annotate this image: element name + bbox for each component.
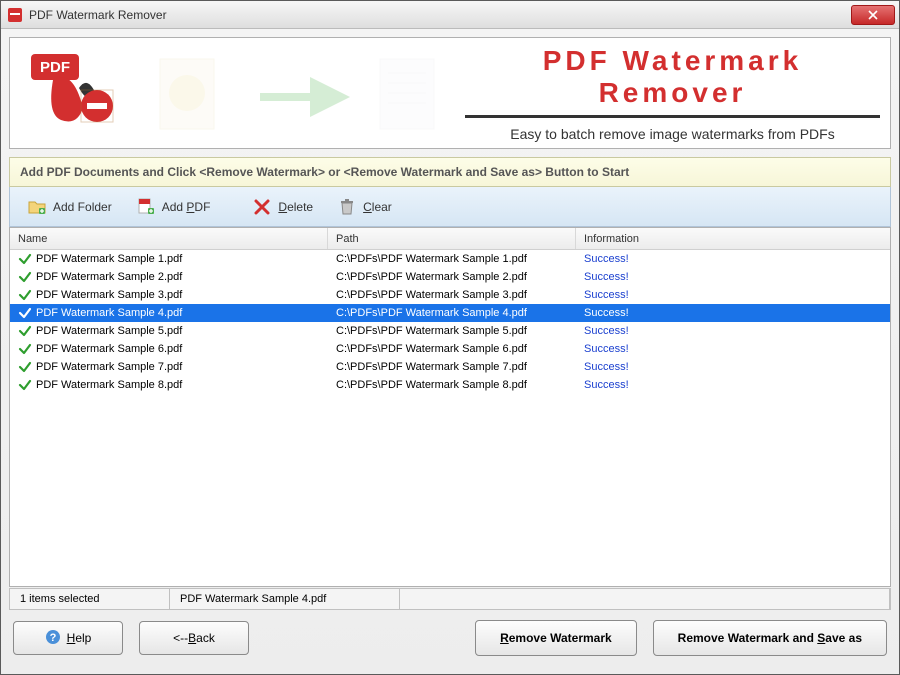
- row-info: Success!: [576, 361, 890, 373]
- row-name: PDF Watermark Sample 6.pdf: [36, 343, 182, 355]
- checkmark-icon: [18, 342, 32, 356]
- status-bar: 1 items selected PDF Watermark Sample 4.…: [9, 588, 891, 610]
- remove-watermark-label: Remove Watermark: [500, 631, 612, 645]
- table-row[interactable]: PDF Watermark Sample 8.pdf C:\PDFs\PDF Wa…: [10, 376, 890, 394]
- banner-graphic: [145, 38, 465, 148]
- row-path: C:\PDFs\PDF Watermark Sample 5.pdf: [328, 325, 576, 337]
- delete-button[interactable]: Delete: [241, 192, 324, 222]
- trash-icon: [337, 197, 357, 217]
- window-title: PDF Watermark Remover: [29, 8, 851, 22]
- content-area: PDF: [1, 29, 899, 674]
- delete-x-icon: [252, 197, 272, 217]
- app-icon: [7, 7, 23, 23]
- row-path: C:\PDFs\PDF Watermark Sample 4.pdf: [328, 307, 576, 319]
- table-row[interactable]: PDF Watermark Sample 2.pdf C:\PDFs\PDF Wa…: [10, 268, 890, 286]
- window-frame: PDF Watermark Remover PDF: [0, 0, 900, 675]
- row-path: C:\PDFs\PDF Watermark Sample 2.pdf: [328, 271, 576, 283]
- help-button[interactable]: ? Help: [13, 621, 123, 655]
- banner-text: PDF Watermark Remover Easy to batch remo…: [465, 38, 890, 148]
- back-label: <--Back: [173, 631, 215, 645]
- row-info: Success!: [576, 271, 890, 283]
- help-label: Help: [67, 631, 92, 645]
- toolbar: Add Folder Add PDF Delete Clear: [9, 187, 891, 227]
- row-info: Success!: [576, 289, 890, 301]
- row-info: Success!: [576, 379, 890, 391]
- folder-plus-icon: [27, 197, 47, 217]
- row-path: C:\PDFs\PDF Watermark Sample 6.pdf: [328, 343, 576, 355]
- add-pdf-button[interactable]: Add PDF: [125, 192, 222, 222]
- checkmark-icon: [18, 288, 32, 302]
- remove-save-button[interactable]: Remove Watermark and Save as: [653, 620, 887, 656]
- banner-title: PDF Watermark Remover: [465, 45, 880, 109]
- close-button[interactable]: [851, 5, 895, 25]
- row-name: PDF Watermark Sample 3.pdf: [36, 289, 182, 301]
- list-header: Name Path Information: [10, 228, 890, 250]
- add-folder-label: Add Folder: [53, 200, 112, 214]
- column-name[interactable]: Name: [10, 228, 328, 249]
- banner-subtitle: Easy to batch remove image watermarks fr…: [465, 126, 880, 142]
- checkmark-icon: [18, 378, 32, 392]
- instruction-bar: Add PDF Documents and Click <Remove Wate…: [9, 157, 891, 187]
- back-button[interactable]: <--Back: [139, 621, 249, 655]
- status-file: PDF Watermark Sample 4.pdf: [170, 589, 400, 609]
- row-name: PDF Watermark Sample 2.pdf: [36, 271, 182, 283]
- row-name: PDF Watermark Sample 7.pdf: [36, 361, 182, 373]
- row-info: Success!: [576, 253, 890, 265]
- svg-text:?: ?: [49, 632, 56, 644]
- row-name: PDF Watermark Sample 4.pdf: [36, 307, 182, 319]
- table-row[interactable]: PDF Watermark Sample 7.pdf C:\PDFs\PDF Wa…: [10, 358, 890, 376]
- row-info: Success!: [576, 307, 890, 319]
- file-list: Name Path Information PDF Watermark Samp…: [9, 227, 891, 587]
- row-path: C:\PDFs\PDF Watermark Sample 8.pdf: [328, 379, 576, 391]
- banner: PDF: [9, 37, 891, 149]
- column-info[interactable]: Information: [576, 228, 890, 249]
- add-pdf-label: Add PDF: [162, 200, 211, 214]
- remove-watermark-button[interactable]: Remove Watermark: [475, 620, 637, 656]
- table-row[interactable]: PDF Watermark Sample 3.pdf C:\PDFs\PDF Wa…: [10, 286, 890, 304]
- table-row[interactable]: PDF Watermark Sample 5.pdf C:\PDFs\PDF Wa…: [10, 322, 890, 340]
- row-path: C:\PDFs\PDF Watermark Sample 7.pdf: [328, 361, 576, 373]
- checkmark-icon: [18, 360, 32, 374]
- row-info: Success!: [576, 325, 890, 337]
- row-name: PDF Watermark Sample 5.pdf: [36, 325, 182, 337]
- checkmark-icon: [18, 252, 32, 266]
- table-row[interactable]: PDF Watermark Sample 6.pdf C:\PDFs\PDF Wa…: [10, 340, 890, 358]
- row-path: C:\PDFs\PDF Watermark Sample 3.pdf: [328, 289, 576, 301]
- clear-button[interactable]: Clear: [326, 192, 403, 222]
- banner-logo-area: PDF: [10, 38, 145, 148]
- pdf-plus-icon: [136, 197, 156, 217]
- row-path: C:\PDFs\PDF Watermark Sample 1.pdf: [328, 253, 576, 265]
- checkmark-icon: [18, 324, 32, 338]
- add-folder-button[interactable]: Add Folder: [16, 192, 123, 222]
- titlebar[interactable]: PDF Watermark Remover: [1, 1, 899, 29]
- status-count: 1 items selected: [10, 589, 170, 609]
- checkmark-icon: [18, 306, 32, 320]
- list-body[interactable]: PDF Watermark Sample 1.pdf C:\PDFs\PDF Wa…: [10, 250, 890, 586]
- help-icon: ?: [45, 629, 61, 648]
- table-row[interactable]: PDF Watermark Sample 4.pdf C:\PDFs\PDF Wa…: [10, 304, 890, 322]
- clear-label: Clear: [363, 200, 392, 214]
- bottom-bar: ? Help <--Back Remove Watermark Remove W…: [9, 610, 891, 666]
- status-spacer: [400, 589, 890, 609]
- row-name: PDF Watermark Sample 1.pdf: [36, 253, 182, 265]
- banner-divider: [465, 115, 880, 118]
- checkmark-icon: [18, 270, 32, 284]
- pdf-badge-text: PDF: [40, 59, 70, 76]
- delete-label: Delete: [278, 200, 313, 214]
- column-path[interactable]: Path: [328, 228, 576, 249]
- row-name: PDF Watermark Sample 8.pdf: [36, 379, 182, 391]
- remove-save-label: Remove Watermark and Save as: [678, 631, 862, 645]
- table-row[interactable]: PDF Watermark Sample 1.pdf C:\PDFs\PDF Wa…: [10, 250, 890, 268]
- row-info: Success!: [576, 343, 890, 355]
